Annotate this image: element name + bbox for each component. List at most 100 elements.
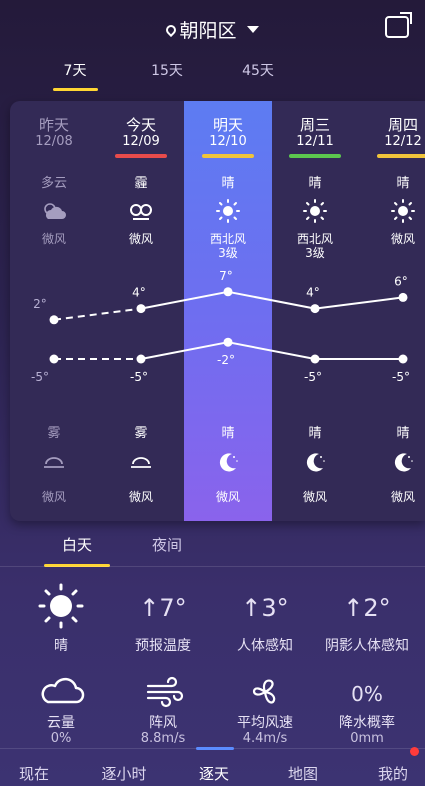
- fog-icon: [131, 457, 151, 468]
- moon-icon: [306, 453, 325, 472]
- precip-value: 0mm: [350, 731, 384, 746]
- day-night-tabs: 白天 夜间: [0, 530, 425, 570]
- forecast-card[interactable]: 昨天 12/08 多云 微风 雾 微风 今天 12/09 霾 微风 雾 微风 明…: [10, 101, 425, 521]
- gust-value: 8.8m/s: [140, 731, 186, 746]
- wind-speed-value: 4.4m/s: [242, 731, 288, 746]
- aqi-color-bar: [202, 154, 254, 158]
- low-temp-point: [398, 354, 408, 364]
- partly-cloudy-icon: [44, 203, 66, 219]
- cloud-label: 云量: [47, 715, 75, 731]
- moon-icon: [219, 453, 238, 472]
- high-temp-point: [398, 292, 408, 302]
- header: 朝阳区: [0, 0, 425, 58]
- low-temp-label: -2°: [217, 353, 235, 367]
- high-temp-segment: [53, 307, 142, 321]
- day-name: 今天: [125, 116, 156, 134]
- nav-now[interactable]: 现在: [0, 763, 74, 784]
- high-temp-label: 7°: [219, 269, 233, 283]
- nav-mine[interactable]: 我的: [353, 763, 425, 784]
- day-date: 12/09: [122, 134, 160, 149]
- low-temp-label: -5°: [304, 370, 322, 384]
- day-condition: 晴: [396, 176, 410, 191]
- night-condition: 晴: [308, 426, 322, 441]
- day-name: 周三: [299, 116, 330, 134]
- high-temp-segment: [227, 290, 316, 310]
- tab-15-days[interactable]: 15天: [137, 60, 197, 80]
- gust-cell: 阵风 8.8m/s: [110, 676, 216, 746]
- forecast-temp-cell: ↑7° 预报温度: [110, 582, 216, 654]
- haze-icon: [130, 204, 152, 220]
- low-temp-label: -5°: [392, 370, 410, 384]
- day-wind: 微风: [41, 232, 66, 246]
- high-temp-point: [49, 315, 59, 325]
- dropdown-caret-icon: [246, 26, 259, 33]
- low-temp-label: -5°: [130, 370, 148, 384]
- active-tab-indicator: [53, 88, 98, 91]
- high-temp-label: 4°: [132, 286, 146, 300]
- night-wind: 微风: [390, 490, 415, 504]
- tab-daytime[interactable]: 白天: [44, 534, 110, 567]
- bottom-nav: 现在 逐小时 逐天 地图 我的: [0, 747, 425, 786]
- day-wind: 微风: [390, 232, 415, 246]
- low-temp-point: [136, 354, 146, 364]
- precip-label: 降水概率: [339, 715, 395, 731]
- night-condition: 雾: [134, 426, 148, 441]
- cloud-value: 0%: [50, 731, 72, 746]
- location-pin-icon: [164, 22, 179, 38]
- divider: [0, 566, 425, 567]
- night-wind: 微风: [128, 490, 153, 504]
- day-date: 12/10: [209, 134, 247, 149]
- day-date: 12/11: [296, 134, 334, 149]
- night-condition: 晴: [221, 426, 235, 441]
- forecast-temp-value: ↑7°: [139, 594, 187, 622]
- tab-nighttime[interactable]: 夜间: [142, 534, 192, 555]
- tab-7-days[interactable]: 7天: [45, 60, 105, 91]
- shade-feels-cell: ↑2° 阴影人体感知: [314, 582, 420, 654]
- day-wind: 西北风 3级: [209, 232, 246, 260]
- cloud-icon: [41, 677, 85, 704]
- day-wind: 西北风 3级: [296, 232, 333, 260]
- weather-cell: 晴: [8, 582, 114, 654]
- low-temp-label: -5°: [31, 370, 49, 384]
- shade-feels-label: 阴影人体感知: [325, 638, 409, 654]
- high-temp-segment: [314, 296, 404, 310]
- sun-icon: [303, 199, 327, 223]
- day-date: 12/12: [384, 134, 422, 149]
- weather-label: 晴: [54, 638, 68, 654]
- night-condition: 晴: [396, 426, 410, 441]
- nav-daily[interactable]: 逐天: [174, 763, 254, 784]
- tab-45-days[interactable]: 45天: [228, 60, 288, 80]
- forecast-temp-label: 预报温度: [135, 638, 191, 654]
- high-temp-label: 6°: [394, 274, 408, 288]
- wind-speed-label: 平均风速: [237, 715, 293, 731]
- precip-probability-big: 0%: [351, 682, 383, 706]
- night-wind: 微风: [41, 490, 66, 504]
- location-name: 朝阳区: [179, 20, 237, 42]
- low-temp-segment: [140, 341, 229, 360]
- night-wind: 微风: [302, 490, 327, 504]
- wind-gust-icon: [146, 676, 184, 708]
- high-temp-segment: [140, 290, 229, 310]
- share-icon[interactable]: [385, 12, 412, 38]
- gust-label: 阵风: [149, 715, 177, 731]
- low-temp-point: [310, 354, 320, 364]
- notification-badge: [410, 747, 419, 756]
- fog-icon: [44, 457, 64, 468]
- sun-icon: [216, 199, 240, 223]
- active-nav-indicator: [196, 747, 234, 750]
- day-name: 昨天: [38, 116, 69, 134]
- feels-like-label: 人体感知: [237, 638, 293, 654]
- range-tabs: 7天 15天 45天: [0, 58, 425, 94]
- shade-feels-value: ↑2°: [343, 594, 391, 622]
- moon-icon: [394, 453, 413, 472]
- day-name: 周四: [387, 116, 418, 134]
- nav-hourly[interactable]: 逐小时: [84, 763, 164, 784]
- day-condition: 晴: [308, 176, 322, 191]
- high-temp-label: 4°: [306, 286, 320, 300]
- high-temp-point: [310, 304, 320, 314]
- day-wind: 微风: [128, 232, 153, 246]
- sun-icon: [391, 199, 415, 223]
- location-selector[interactable]: 朝阳区: [0, 16, 425, 43]
- feels-like-value: ↑3°: [241, 594, 289, 622]
- nav-map[interactable]: 地图: [263, 763, 343, 784]
